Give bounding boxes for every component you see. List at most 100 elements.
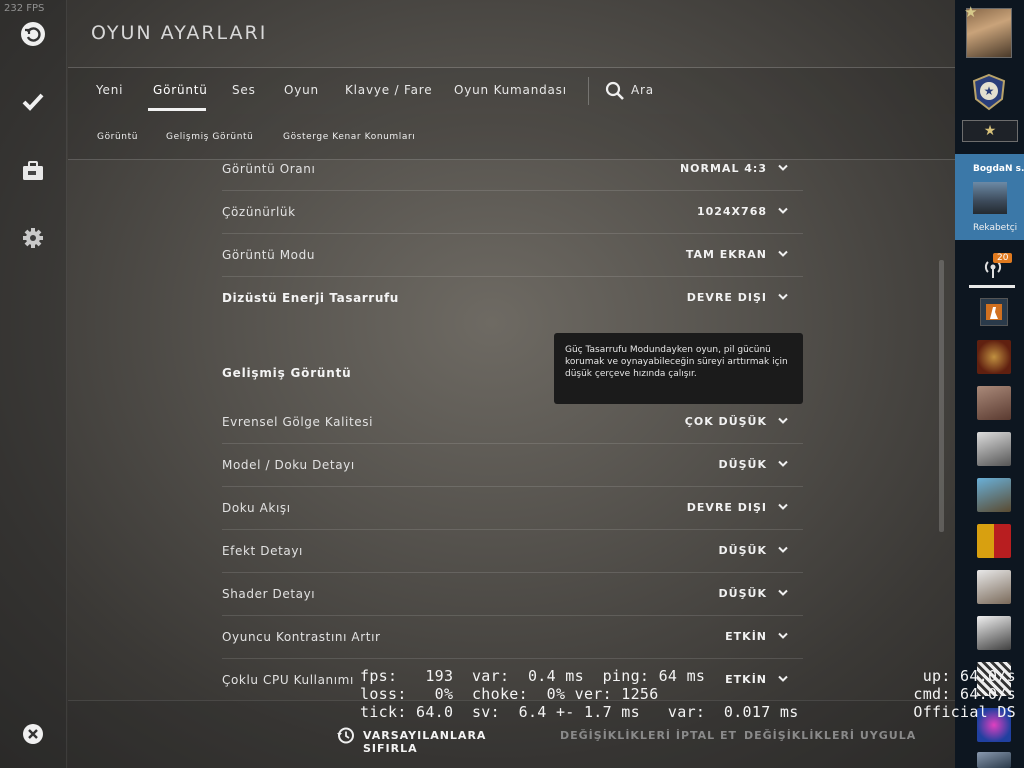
settings-gear-icon[interactable] xyxy=(18,223,48,253)
rank-badge[interactable]: ★ xyxy=(962,120,1018,142)
tab-separator xyxy=(588,77,589,105)
quit-icon[interactable] xyxy=(18,719,48,749)
setting-label: Görüntü Oranı xyxy=(222,162,316,176)
setting-value: ETKİN xyxy=(725,673,767,686)
friend-avatar[interactable] xyxy=(977,570,1011,604)
reset-defaults-label: VARSAYILANLARA SIFIRLA xyxy=(363,729,487,755)
setting-label: Efekt Detayı xyxy=(222,544,303,558)
setting-value: DÜŞÜK xyxy=(718,458,767,471)
setting-row-shadow-quality[interactable]: Evrensel Gölge Kalitesi ÇOK DÜŞÜK xyxy=(222,401,803,444)
setting-label: Çözünürlük xyxy=(222,205,296,219)
back-icon[interactable] xyxy=(18,19,48,49)
setting-label: Görüntü Modu xyxy=(222,248,316,262)
search-button[interactable]: Ara xyxy=(605,80,665,102)
setting-label: Oyuncu Kontrastını Artır xyxy=(222,630,381,644)
setting-label: Evrensel Gölge Kalitesi xyxy=(222,415,374,429)
reset-defaults-button[interactable]: VARSAYILANLARA SIFIRLA xyxy=(336,725,536,755)
setting-value: DEVRE DIŞI xyxy=(686,291,767,304)
friend-avatar[interactable] xyxy=(977,432,1011,466)
setting-row-effect-detail[interactable]: Efekt Detayı DÜŞÜK xyxy=(222,530,803,573)
inventory-icon[interactable] xyxy=(18,156,48,186)
profile-card[interactable]: BogdaN s. Rekabetçi xyxy=(955,154,1024,240)
setting-value: DÜŞÜK xyxy=(718,587,767,600)
subtab-video[interactable]: Görüntü xyxy=(97,132,138,142)
subtab-advanced-video[interactable]: Gelişmiş Görüntü xyxy=(166,132,253,142)
friend-avatar[interactable] xyxy=(977,524,1011,558)
subtab-hud-edge-positions[interactable]: Gösterge Kenar Konumları xyxy=(283,132,415,142)
chevron-down-icon xyxy=(778,632,788,639)
setting-value: ÇOK DÜŞÜK xyxy=(684,415,767,428)
profile-rank-label: Rekabetçi xyxy=(973,223,1018,233)
setting-value: NORMAL 4:3 xyxy=(679,162,767,175)
friends-panel: ★ ★ ★ xyxy=(955,0,1024,768)
setting-label: Doku Akışı xyxy=(222,501,291,515)
setting-row-texture-streaming[interactable]: Doku Akışı DEVRE DIŞI xyxy=(222,487,803,530)
advanced-section-title: Gelişmiş Görüntü xyxy=(222,366,352,380)
settings-scrollbar[interactable] xyxy=(939,260,944,532)
chevron-down-icon xyxy=(778,503,788,510)
tab-controller[interactable]: Oyun Kumandası xyxy=(454,83,567,97)
netgraph-cmd-rate: cmd: 64.0/s xyxy=(913,685,1016,703)
left-nav xyxy=(0,0,67,768)
chevron-down-icon xyxy=(778,417,788,424)
chevron-down-icon xyxy=(778,546,788,553)
setting-label: Model / Doku Detayı xyxy=(222,458,355,472)
level-star-icon: ★ xyxy=(964,3,978,21)
badge-star-icon: ★ xyxy=(983,123,997,139)
netgraph-up-rate: up: 64.0/s xyxy=(922,667,1016,685)
chevron-down-icon xyxy=(778,460,788,467)
chevron-down-icon xyxy=(778,164,788,171)
chevron-down-icon xyxy=(778,207,788,214)
friend-avatar[interactable] xyxy=(977,752,1011,768)
page-title: OYUN AYARLARI xyxy=(91,22,268,44)
setting-row-laptop-power-saving[interactable]: Dizüstü Enerji Tasarrufu DEVRE DIŞI xyxy=(222,277,803,320)
tab-game[interactable]: Oyun xyxy=(284,83,319,97)
setting-row-resolution[interactable]: Çözünürlük 1024X768 xyxy=(222,191,803,234)
friend-avatar[interactable] xyxy=(977,478,1011,512)
apply-changes-button[interactable]: DEĞİŞİKLİKLERİ UYGULA xyxy=(744,729,916,742)
setting-row-player-contrast[interactable]: Oyuncu Kontrastını Artır ETKİN xyxy=(222,616,803,659)
setting-label: Çoklu CPU Kullanımı xyxy=(222,673,354,687)
chevron-down-icon xyxy=(778,293,788,300)
broadcast-button[interactable]: 20 xyxy=(970,250,1015,286)
svg-text:★: ★ xyxy=(984,84,995,98)
profile-username: BogdaN s. xyxy=(973,164,1024,174)
history-icon xyxy=(336,726,355,749)
setting-value: TAM EKRAN xyxy=(685,248,767,261)
setting-row-shader-detail[interactable]: Shader Detayı DÜŞÜK xyxy=(222,573,803,616)
tab-keyboard-mouse[interactable]: Klavye / Fare xyxy=(345,83,432,97)
search-icon xyxy=(605,81,625,105)
setting-label: Shader Detayı xyxy=(222,587,316,601)
chevron-down-icon xyxy=(778,675,788,682)
active-tab-indicator xyxy=(148,108,206,111)
netgraph-line-1: fps: 193 var: 0.4 ms ping: 64 ms xyxy=(360,667,706,685)
setting-row-model-texture-detail[interactable]: Model / Doku Detayı DÜŞÜK xyxy=(222,444,803,487)
setting-value: 1024X768 xyxy=(696,205,767,218)
setting-value: DÜŞÜK xyxy=(718,544,767,557)
cancel-changes-button[interactable]: DEĞİŞİKLİKLERİ İPTAL ET xyxy=(560,729,737,742)
netgraph-server-type: Official DS xyxy=(913,703,1016,721)
friend-avatar[interactable] xyxy=(977,340,1011,374)
setting-value: DEVRE DIŞI xyxy=(686,501,767,514)
setting-label: Dizüstü Enerji Tasarrufu xyxy=(222,291,399,305)
setting-row-aspect-ratio[interactable]: Görüntü Oranı NORMAL 4:3 xyxy=(222,148,803,191)
active-panel-indicator xyxy=(969,285,1015,288)
friend-avatar[interactable] xyxy=(977,386,1011,420)
notification-count-badge: 20 xyxy=(993,253,1013,263)
chevron-down-icon xyxy=(778,589,788,596)
setting-value: ETKİN xyxy=(725,630,767,643)
game-icon[interactable] xyxy=(980,298,1008,326)
rank-emblem-icon[interactable]: ★ xyxy=(971,73,1007,111)
netgraph-line-3: tick: 64.0 sv: 6.4 +- 1.7 ms var: 0.017 … xyxy=(360,703,799,721)
tooltip: Güç Tasarrufu Modundayken oyun, pil gücü… xyxy=(554,333,803,404)
tab-video[interactable]: Görüntü xyxy=(153,83,208,97)
checkmark-icon[interactable] xyxy=(18,87,48,117)
profile-car-image xyxy=(973,182,1007,214)
setting-row-display-mode[interactable]: Görüntü Modu TAM EKRAN xyxy=(222,234,803,277)
chevron-down-icon xyxy=(778,250,788,257)
search-label: Ara xyxy=(631,83,654,97)
tab-audio[interactable]: Ses xyxy=(232,83,256,97)
friend-avatar[interactable] xyxy=(977,616,1011,650)
netgraph-line-2: loss: 0% choke: 0% ver: 1256 xyxy=(360,685,659,703)
tab-new[interactable]: Yeni xyxy=(96,83,123,97)
